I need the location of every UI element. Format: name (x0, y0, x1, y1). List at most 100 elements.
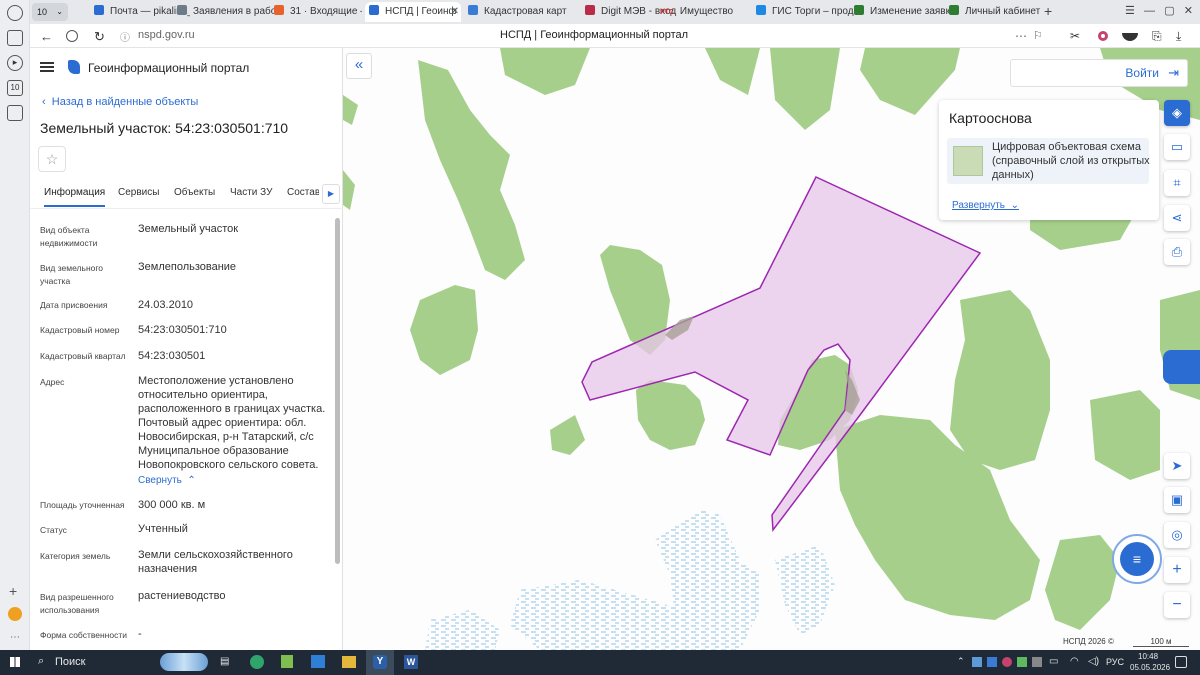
tab-objects[interactable]: Объекты (174, 187, 215, 198)
collapse-panel-button[interactable]: « (346, 53, 372, 79)
collections-icon[interactable] (7, 30, 23, 46)
tab-parts[interactable]: Части ЗУ (230, 187, 272, 198)
download-icon[interactable]: ⤓ (1176, 29, 1181, 44)
zoom-out-button[interactable]: − (1164, 592, 1190, 618)
search-nearby-icon[interactable]: ◎ (1164, 522, 1190, 548)
tab-group-counter[interactable]: 10 ⌄ (32, 3, 68, 21)
tab-property[interactable]: РТС Имущество (656, 2, 756, 22)
new-tab-button[interactable]: + (1044, 3, 1052, 19)
mask-icon[interactable] (1122, 33, 1138, 41)
explorer-icon[interactable] (342, 656, 356, 668)
object-tabs: Информация Сервисы Объекты Части ЗУ Сост… (30, 181, 343, 209)
map-area[interactable]: « Войти ⇥ Картооснова Цифровая объектова… (343, 48, 1200, 650)
tab-gis-torgi[interactable]: ГИС Торги – прод (752, 2, 856, 22)
store-icon[interactable] (281, 655, 293, 668)
task-view-icon[interactable]: ▤ (220, 656, 229, 667)
address-bar: ← ↻ ⓘ nspd.gov.ru НСПД | Геоинформационн… (30, 24, 1200, 48)
tray-chevron-icon[interactable]: ⌃ (957, 656, 965, 667)
outlook-icon[interactable] (311, 655, 325, 668)
chevron-down-icon: ⌄ (1005, 200, 1019, 211)
downloads-icon[interactable] (7, 105, 23, 121)
tab-change-application[interactable]: Изменение заявк (850, 2, 953, 22)
reload-icon[interactable]: ↻ (94, 29, 105, 45)
assistant-button[interactable]: ≡ (1112, 534, 1162, 584)
tab-bar: 10 ⌄ Почта — pikalina_ Заявления в рабо 3… (30, 0, 1200, 24)
select-area-icon[interactable]: ⌗ (1164, 170, 1190, 196)
field-label: Вид разрешенного использования (40, 592, 114, 615)
chat-tab-icon[interactable] (1163, 350, 1200, 384)
windows-start-icon[interactable] (10, 657, 20, 667)
document-icon (177, 5, 187, 15)
tab-inbox[interactable]: 31 · Входящие — Я (270, 2, 362, 22)
tray-app-icon[interactable] (1032, 657, 1042, 667)
panel-scrollbar[interactable] (335, 218, 340, 564)
tab-counter-icon[interactable]: 10 (7, 80, 23, 96)
tab-personal-account[interactable]: Личный кабинет (945, 2, 1045, 22)
taskbar-search[interactable]: Поиск (55, 656, 85, 668)
expand-link[interactable]: Развернуть ⌄ (952, 200, 1019, 211)
alice-icon[interactable] (1098, 31, 1108, 41)
clock-icon[interactable] (7, 5, 23, 21)
clock-date[interactable]: 05.05.2026 (1130, 663, 1170, 672)
menu-icon[interactable] (40, 62, 54, 72)
tab-applications[interactable]: Заявления в рабо (173, 2, 283, 22)
favorite-star-icon[interactable]: ☆ (38, 146, 66, 172)
taskbar: ⌕ Поиск ▤ Y W ⌃ ▭ ◠ ◁) РУС 10:48 05.05.2… (0, 650, 1200, 675)
share-icon[interactable]: ⋖ (1164, 205, 1190, 231)
minimap-icon[interactable]: ▣ (1164, 487, 1190, 513)
gis-icon (756, 5, 766, 15)
battery-icon[interactable]: ▭ (1049, 656, 1058, 667)
tabs-scroll-right-icon[interactable]: ▶ (322, 184, 340, 204)
window-controls[interactable]: ☰ — ▢ ✕ (1125, 4, 1193, 17)
protect-icon[interactable] (66, 30, 78, 42)
search-icon[interactable]: ⌕ (38, 655, 44, 668)
tab-composition[interactable]: Состав (287, 187, 319, 198)
tray-app-icon[interactable] (1002, 657, 1012, 667)
clock-time[interactable]: 10:48 (1138, 652, 1158, 661)
tray-app-icon[interactable] (1017, 657, 1027, 667)
ruler-tool-icon[interactable]: ▭ (1164, 134, 1190, 160)
bookmark-icon[interactable]: ⚐ (1033, 29, 1043, 42)
language-indicator[interactable]: РУС (1106, 657, 1124, 667)
close-tab-icon[interactable]: ✕ (451, 2, 459, 22)
url-text[interactable]: nspd.gov.ru (138, 29, 195, 41)
tray-app-icon[interactable] (972, 657, 982, 667)
tray-app-icon[interactable] (987, 657, 997, 667)
tab-cadastral-map[interactable]: Кадастровая карт (464, 2, 574, 22)
back-to-results-link[interactable]: ‹ Назад в найденные объекты (42, 96, 198, 108)
layers-tool-icon[interactable]: ◈ (1164, 100, 1190, 126)
save-page-icon[interactable]: ⎘ (1152, 29, 1162, 44)
tab-information[interactable]: Информация (44, 187, 106, 207)
basemap-layer-item[interactable]: Цифровая объектовая схема (справочный сл… (947, 138, 1150, 184)
location-icon[interactable]: ➤ (1164, 453, 1190, 479)
word-icon[interactable]: W (404, 655, 418, 669)
profile-icon[interactable] (8, 607, 22, 621)
zoom-in-button[interactable]: + (1164, 557, 1190, 583)
edge-icon[interactable] (250, 655, 264, 669)
print-icon[interactable]: ⎙ (1164, 239, 1190, 265)
field-value: - (138, 628, 142, 640)
more-icon[interactable]: ⋯ (10, 632, 20, 643)
volume-icon[interactable]: ◁) (1088, 656, 1099, 667)
field-label: Вид объекта недвижимости (40, 225, 98, 248)
site-menu-icon[interactable]: ⋯ (1015, 29, 1027, 43)
notification-icon[interactable] (1175, 656, 1187, 668)
address-value: Местоположение установлено относительно … (138, 375, 326, 471)
tab-services[interactable]: Сервисы (118, 187, 159, 198)
message-icon: ≡ (1120, 542, 1154, 576)
scale-bar: 100 м (1133, 637, 1189, 647)
mail-icon (94, 5, 104, 15)
login-box[interactable]: Войти ⇥ (1010, 59, 1188, 87)
field-label: Форма собственности (40, 630, 127, 640)
marsh-layer (425, 510, 835, 650)
play-icon[interactable]: ▸ (7, 55, 23, 71)
login-button[interactable]: Войти (1125, 66, 1159, 80)
lock-icon: ⓘ (120, 33, 130, 44)
tab-nspd[interactable]: НСПД | Геоинф ✕ (365, 2, 461, 22)
yandex-browser-taskbar-item[interactable]: Y (366, 650, 394, 675)
add-icon[interactable]: + (9, 583, 17, 599)
extension-icon[interactable]: ✂ (1070, 29, 1080, 43)
back-icon[interactable]: ← (40, 29, 53, 44)
wifi-icon[interactable]: ◠ (1070, 656, 1079, 667)
collapse-link[interactable]: Свернуть ⌃ (138, 475, 196, 486)
